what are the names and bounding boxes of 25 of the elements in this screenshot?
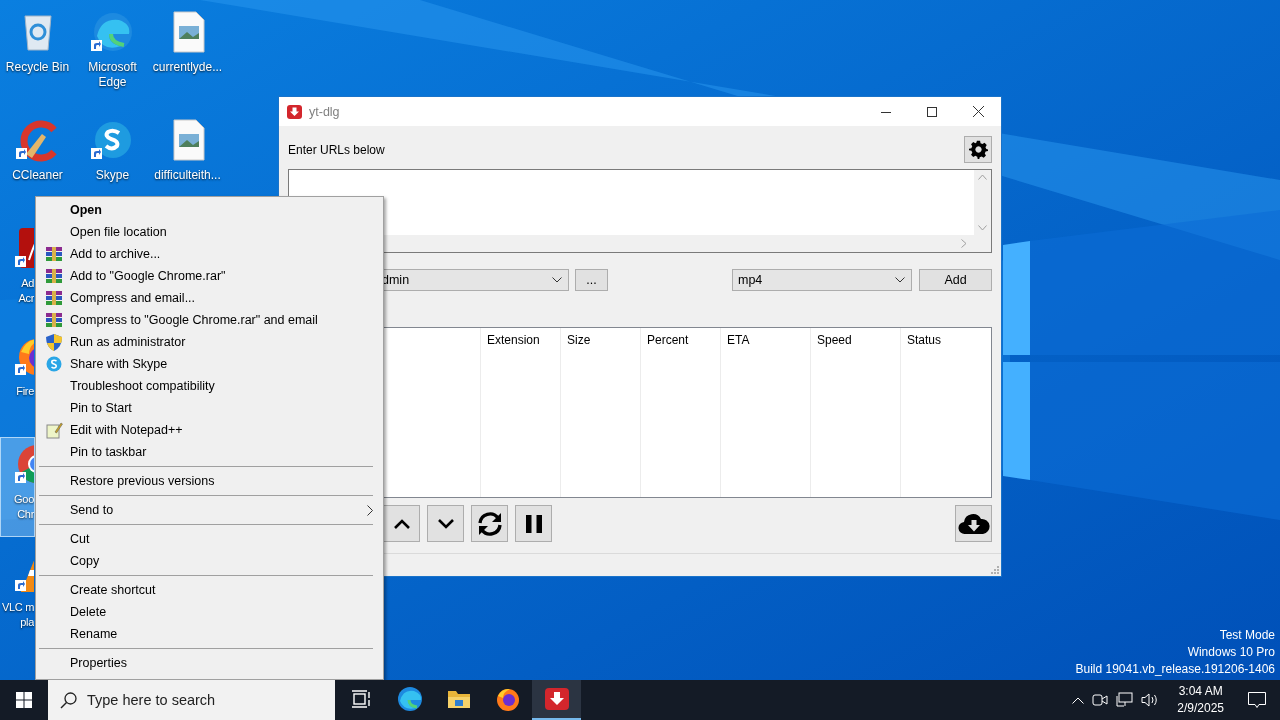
system-watermark-text: Windows 10 Pro xyxy=(1186,644,1275,661)
icon-label: pla xyxy=(19,615,34,630)
icon-label: Edge xyxy=(97,75,128,90)
window-title: yt-dlg xyxy=(309,104,341,119)
icon-label: currentlyde... xyxy=(151,60,224,75)
icon-label: difficulteith... xyxy=(153,168,222,183)
column-header: Status xyxy=(907,333,942,347)
icon-label: Acr xyxy=(17,291,34,306)
icon-label: Goo xyxy=(13,492,34,507)
column-header: Percent xyxy=(647,333,689,347)
column-header: Extension xyxy=(487,333,540,347)
column-header: Size xyxy=(567,333,591,347)
url-label: Enter URLs below xyxy=(288,142,386,157)
column-header: ETA xyxy=(727,333,750,347)
icon-label: Recycle Bin xyxy=(4,60,71,75)
icon-label: VLC m xyxy=(1,600,34,615)
system-watermark-text: Build 19041.vb_release.191206-1406 xyxy=(1075,661,1275,678)
column-header: Speed xyxy=(817,333,852,347)
icon-label: Chr xyxy=(16,507,34,522)
icon-label: Fire xyxy=(15,384,34,399)
icon-label: Ad xyxy=(20,276,34,291)
icon-label: Microsoft xyxy=(87,60,138,75)
icon-label: Skype xyxy=(94,168,131,183)
icon-label: CCleaner xyxy=(11,168,64,183)
system-watermark-text: Test Mode xyxy=(1218,627,1275,644)
